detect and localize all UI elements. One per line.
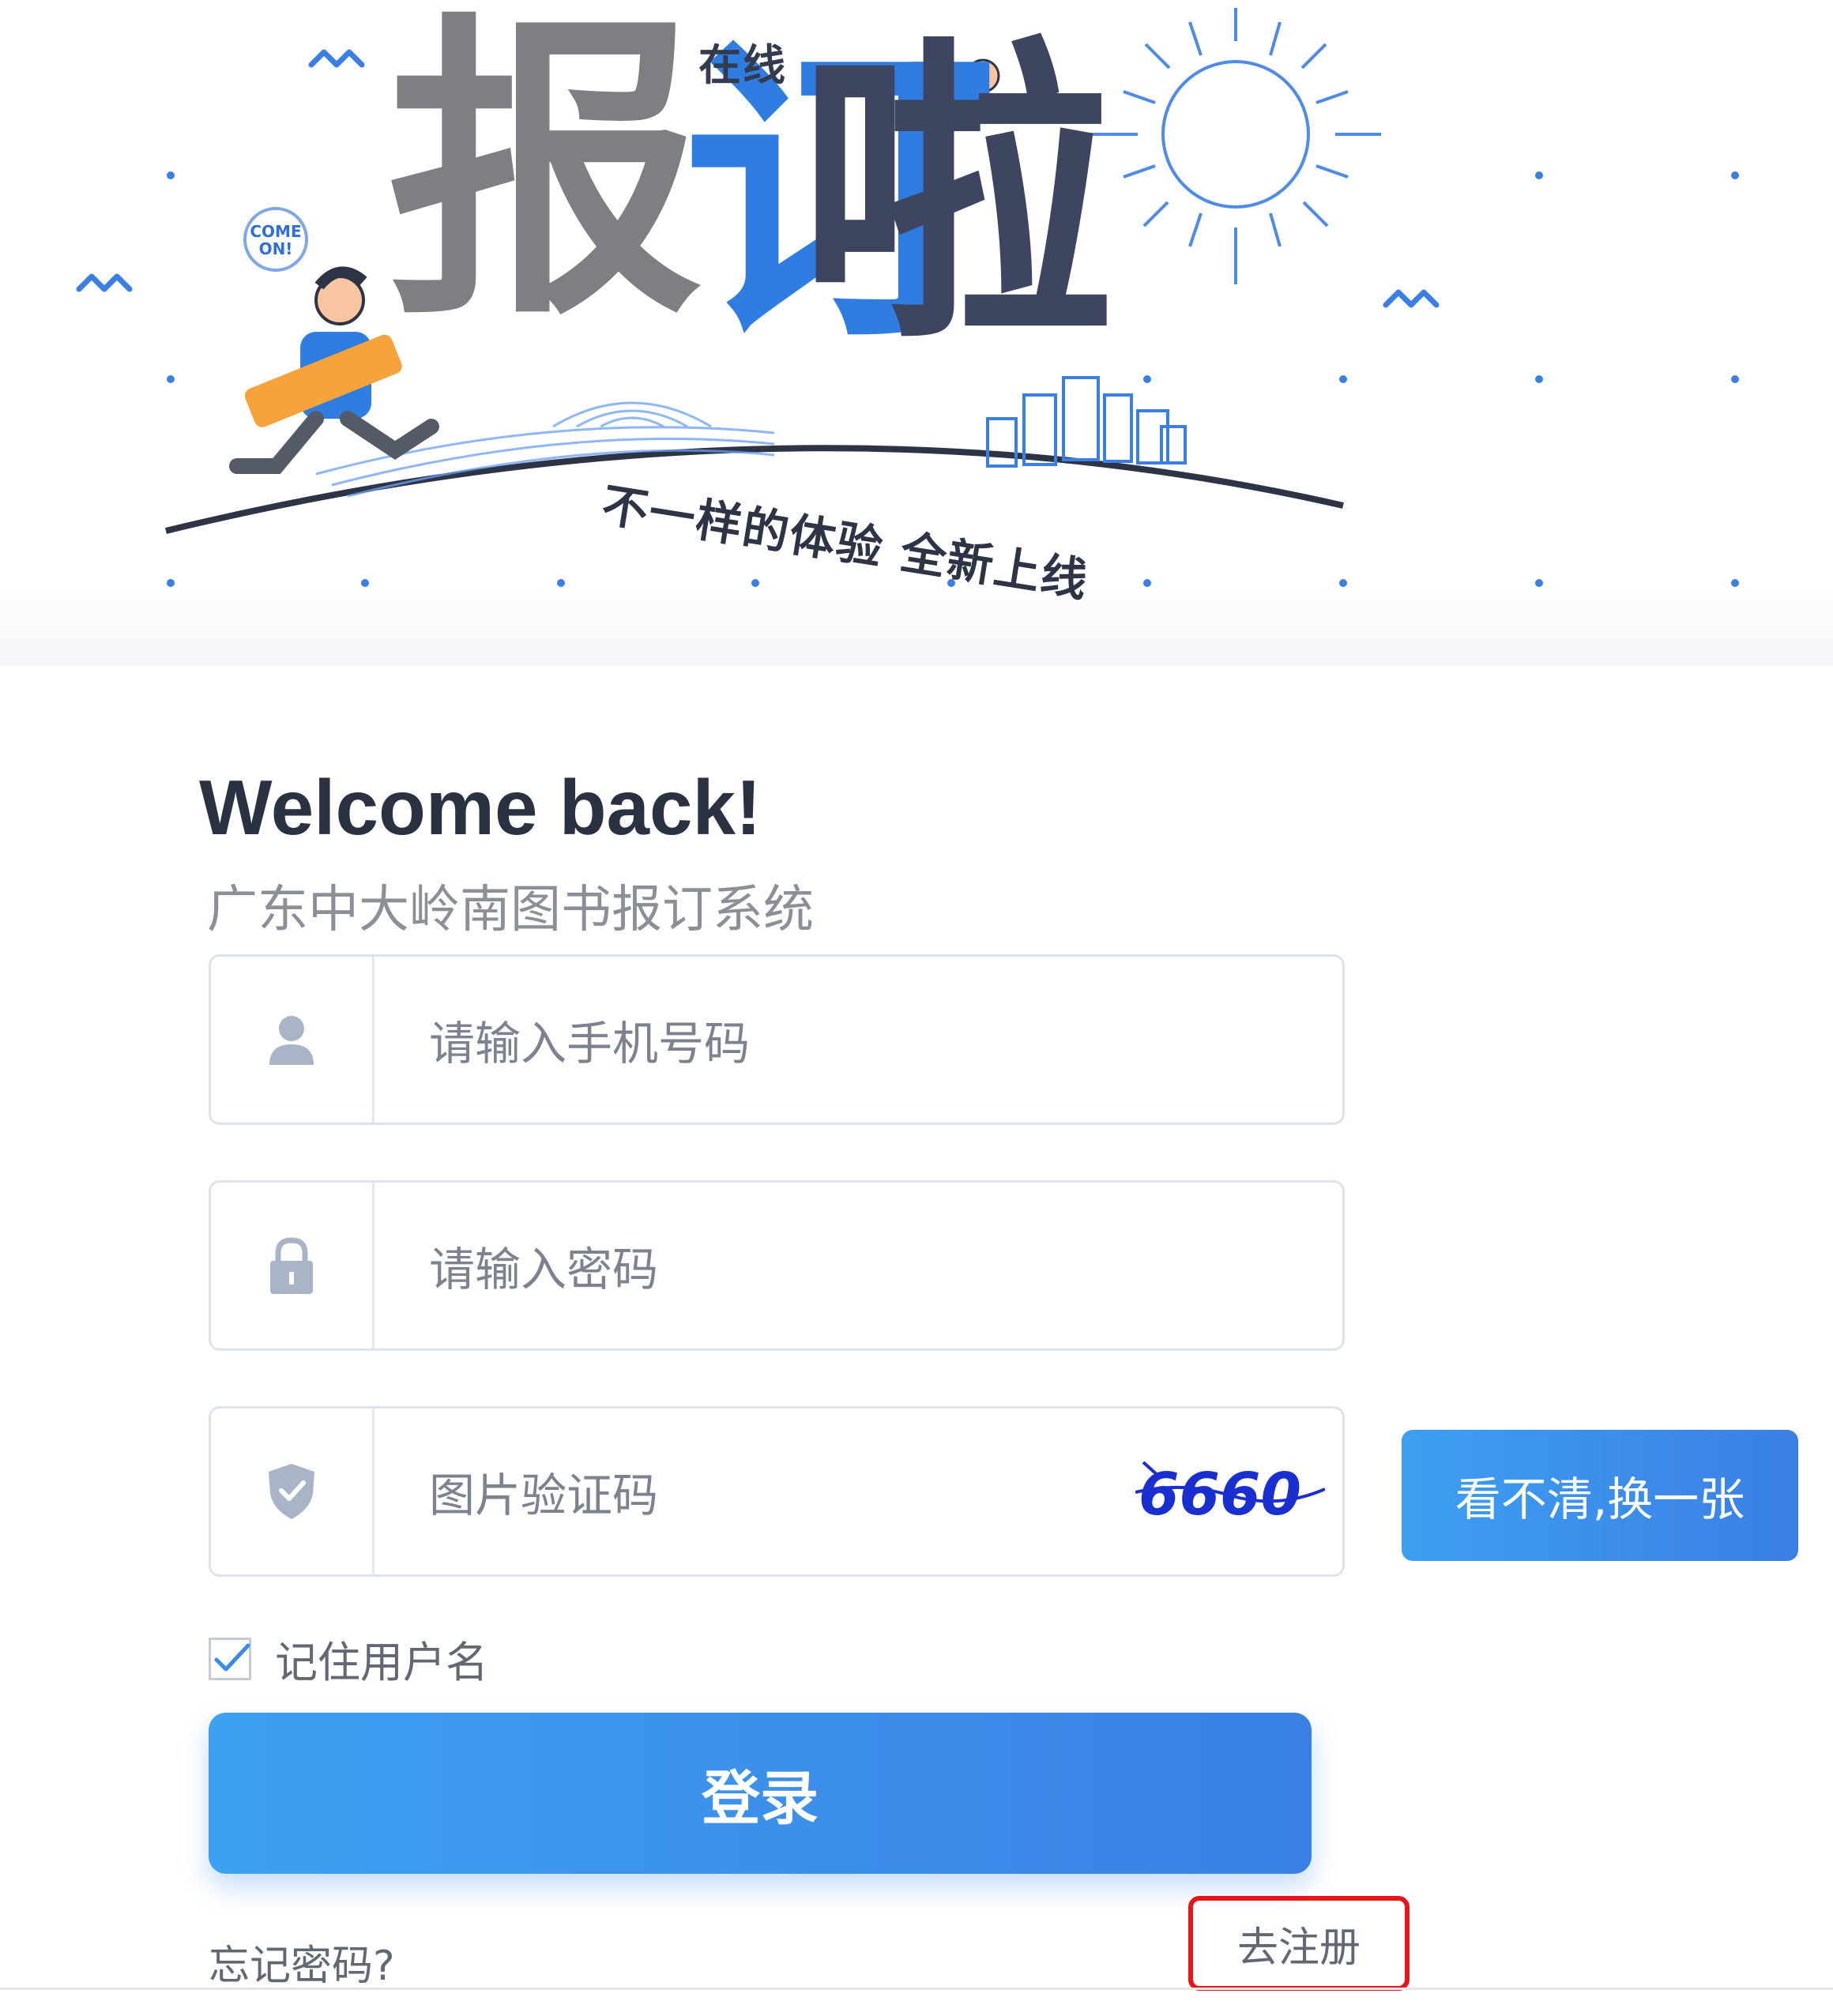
captcha-field[interactable]: 图片验证码 6660 (209, 1406, 1345, 1577)
password-input[interactable]: 请输入密码 (429, 1183, 658, 1348)
login-button[interactable]: 登录 (209, 1713, 1312, 1874)
footer-divider (0, 1988, 1833, 1990)
welcome-heading: Welcome back! (199, 764, 762, 851)
user-icon-cell (211, 957, 375, 1123)
captcha-text: 6660 (1139, 1461, 1301, 1529)
system-subtitle: 广东中大岭南图书报订系统 (207, 881, 814, 939)
refresh-captcha-button[interactable]: 看不清,换一张 (1402, 1430, 1798, 1561)
phone-field[interactable]: 请输入手机号码 (209, 954, 1345, 1125)
lock-icon (270, 1237, 313, 1294)
phone-input[interactable]: 请输入手机号码 (429, 957, 750, 1123)
lock-icon-cell (211, 1183, 375, 1348)
register-link[interactable]: 去注册 (1237, 1914, 1361, 1973)
shield-icon-cell (211, 1409, 375, 1574)
register-highlight: 去注册 (1188, 1896, 1410, 1991)
banner-title-char-3: 啦 (798, 13, 1114, 381)
banner-online-label: 在线 (698, 40, 787, 90)
banner-title-char-1: 报 (387, 0, 703, 357)
check-icon (214, 1643, 250, 1671)
remember-checkbox[interactable] (209, 1637, 251, 1680)
user-icon (269, 1016, 314, 1065)
shield-check-icon (269, 1464, 314, 1519)
forgot-password-link[interactable]: 忘记密码? (209, 1932, 395, 1992)
remember-label: 记住用户名 (275, 1638, 488, 1687)
captcha-input[interactable]: 图片验证码 (429, 1409, 658, 1574)
remember-username[interactable]: 记住用户名 (209, 1627, 488, 1690)
password-field[interactable]: 请输入密码 (209, 1180, 1345, 1351)
captcha-image[interactable]: 6660 (1135, 1457, 1325, 1529)
come-on-bubble: COME ON! (243, 207, 308, 272)
banner-illustration: COME ON! 报 订 啦 在线 不一样的体验 全新上线 (0, 0, 1833, 666)
